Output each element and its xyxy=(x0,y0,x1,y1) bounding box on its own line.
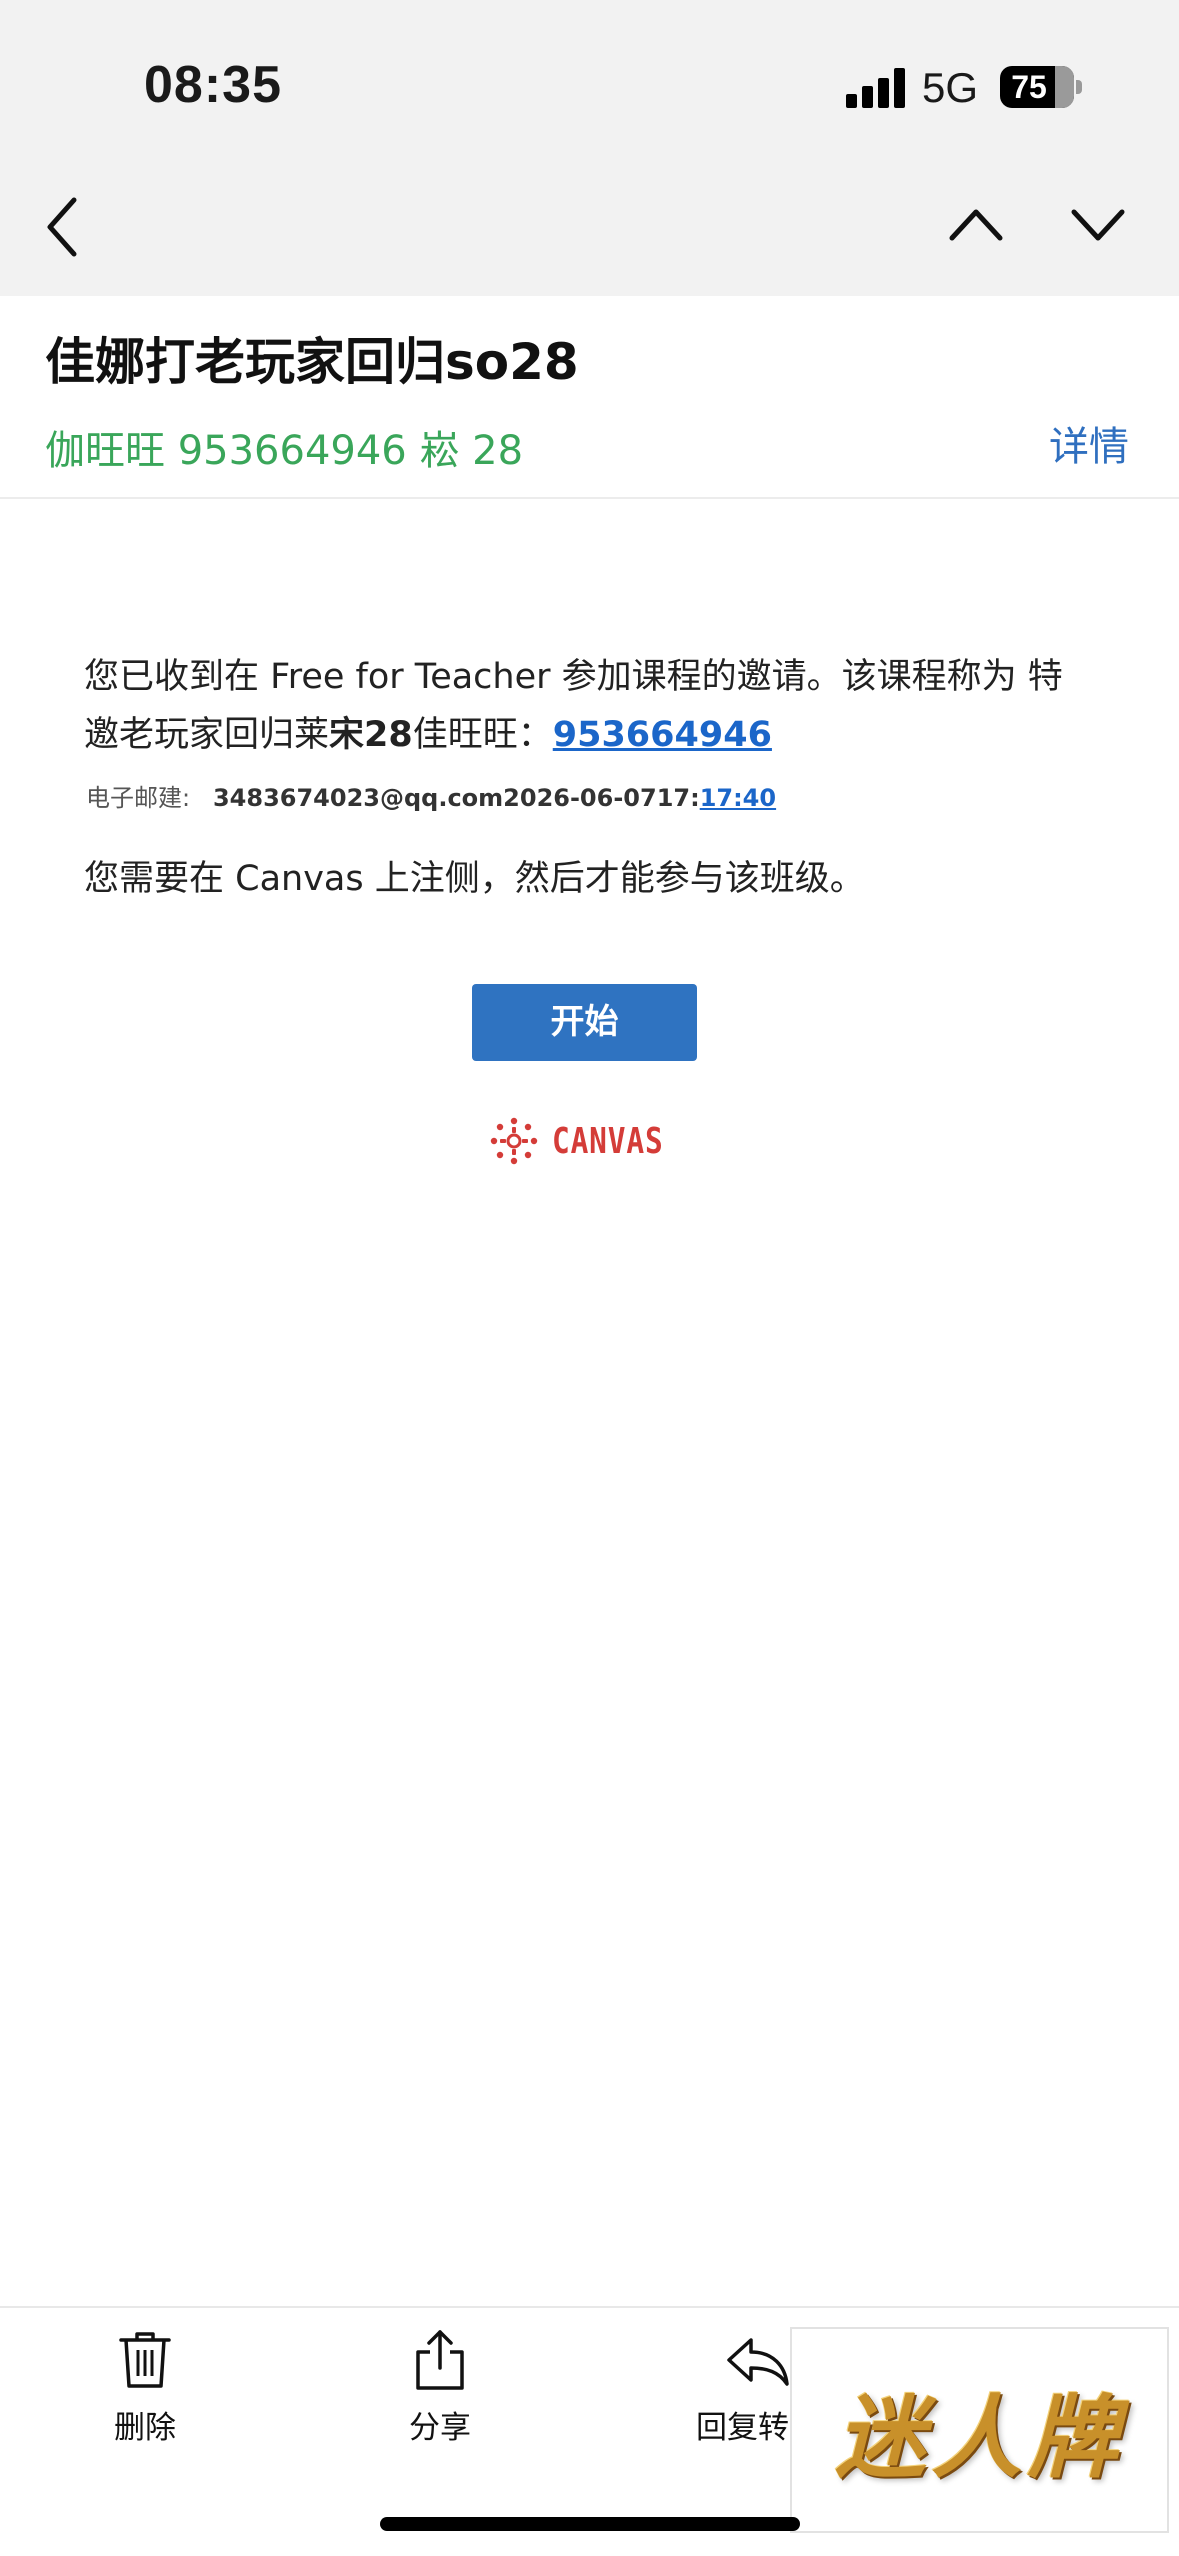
home-indicator[interactable] xyxy=(380,2517,800,2531)
mail-detail-screen: 08:35 5G 75 佳娜打老玩家回归so28 伽旺旺 953664946 崧… xyxy=(0,0,1179,2556)
email-value: 3483674023@qq.com2026-06-0717: xyxy=(212,784,700,812)
delete-button[interactable]: 删除 xyxy=(45,2328,245,2447)
chevron-down-icon[interactable] xyxy=(1066,196,1130,252)
battery-level: 75 xyxy=(1011,69,1047,105)
status-time: 08:35 xyxy=(144,56,282,114)
register-instruction: 您需要在 Canvas 上注侧，然后才能参与该班级。 xyxy=(84,859,865,899)
invitation-text-part2: 佳旺旺： xyxy=(412,715,553,755)
share-button[interactable]: 分享 xyxy=(340,2328,540,2447)
email-info-line: 电子邮建: 3483674023@qq.com2026-06-0717:17:4… xyxy=(86,778,776,813)
invitation-text-bold: 宋28 xyxy=(329,715,413,755)
network-type: 5G xyxy=(922,64,979,111)
email-subject: 佳娜打老玩家回归so28 xyxy=(45,333,579,391)
details-link[interactable]: 详情 xyxy=(1049,414,1129,472)
canvas-logo-text: CANVAS xyxy=(552,1120,664,1162)
delete-label: 删除 xyxy=(114,2410,176,2446)
watermark-logo: 迷人牌 xyxy=(790,2327,1169,2533)
watermark-text: 迷人牌 xyxy=(835,2385,1124,2491)
canvas-logo-icon xyxy=(490,1117,538,1165)
toolbar-divider xyxy=(0,2306,1179,2308)
time-link[interactable]: 17:40 xyxy=(700,784,776,812)
chevron-left-icon[interactable] xyxy=(38,192,88,262)
chevron-up-icon[interactable] xyxy=(944,196,1008,252)
battery-cap xyxy=(1076,80,1082,94)
reply-icon xyxy=(727,2338,789,2386)
share-icon xyxy=(416,2330,464,2390)
signal-strength-icon xyxy=(846,68,906,108)
email-sender[interactable]: 伽旺旺 953664946 崧 28 xyxy=(45,418,523,476)
header-divider xyxy=(0,497,1179,499)
share-label: 分享 xyxy=(409,2410,471,2446)
battery-icon: 75 xyxy=(1000,66,1074,108)
email-label: 电子邮建: xyxy=(86,784,191,812)
invitation-text: 您已收到在 Free for Teacher 参加课程的邀请。该课程称为 特邀老… xyxy=(84,648,1094,764)
start-button[interactable]: 开始 xyxy=(472,984,697,1061)
course-id-link[interactable]: 953664946 xyxy=(553,715,772,755)
trash-icon xyxy=(119,2332,171,2388)
canvas-logo: CANVAS xyxy=(490,1116,688,1166)
